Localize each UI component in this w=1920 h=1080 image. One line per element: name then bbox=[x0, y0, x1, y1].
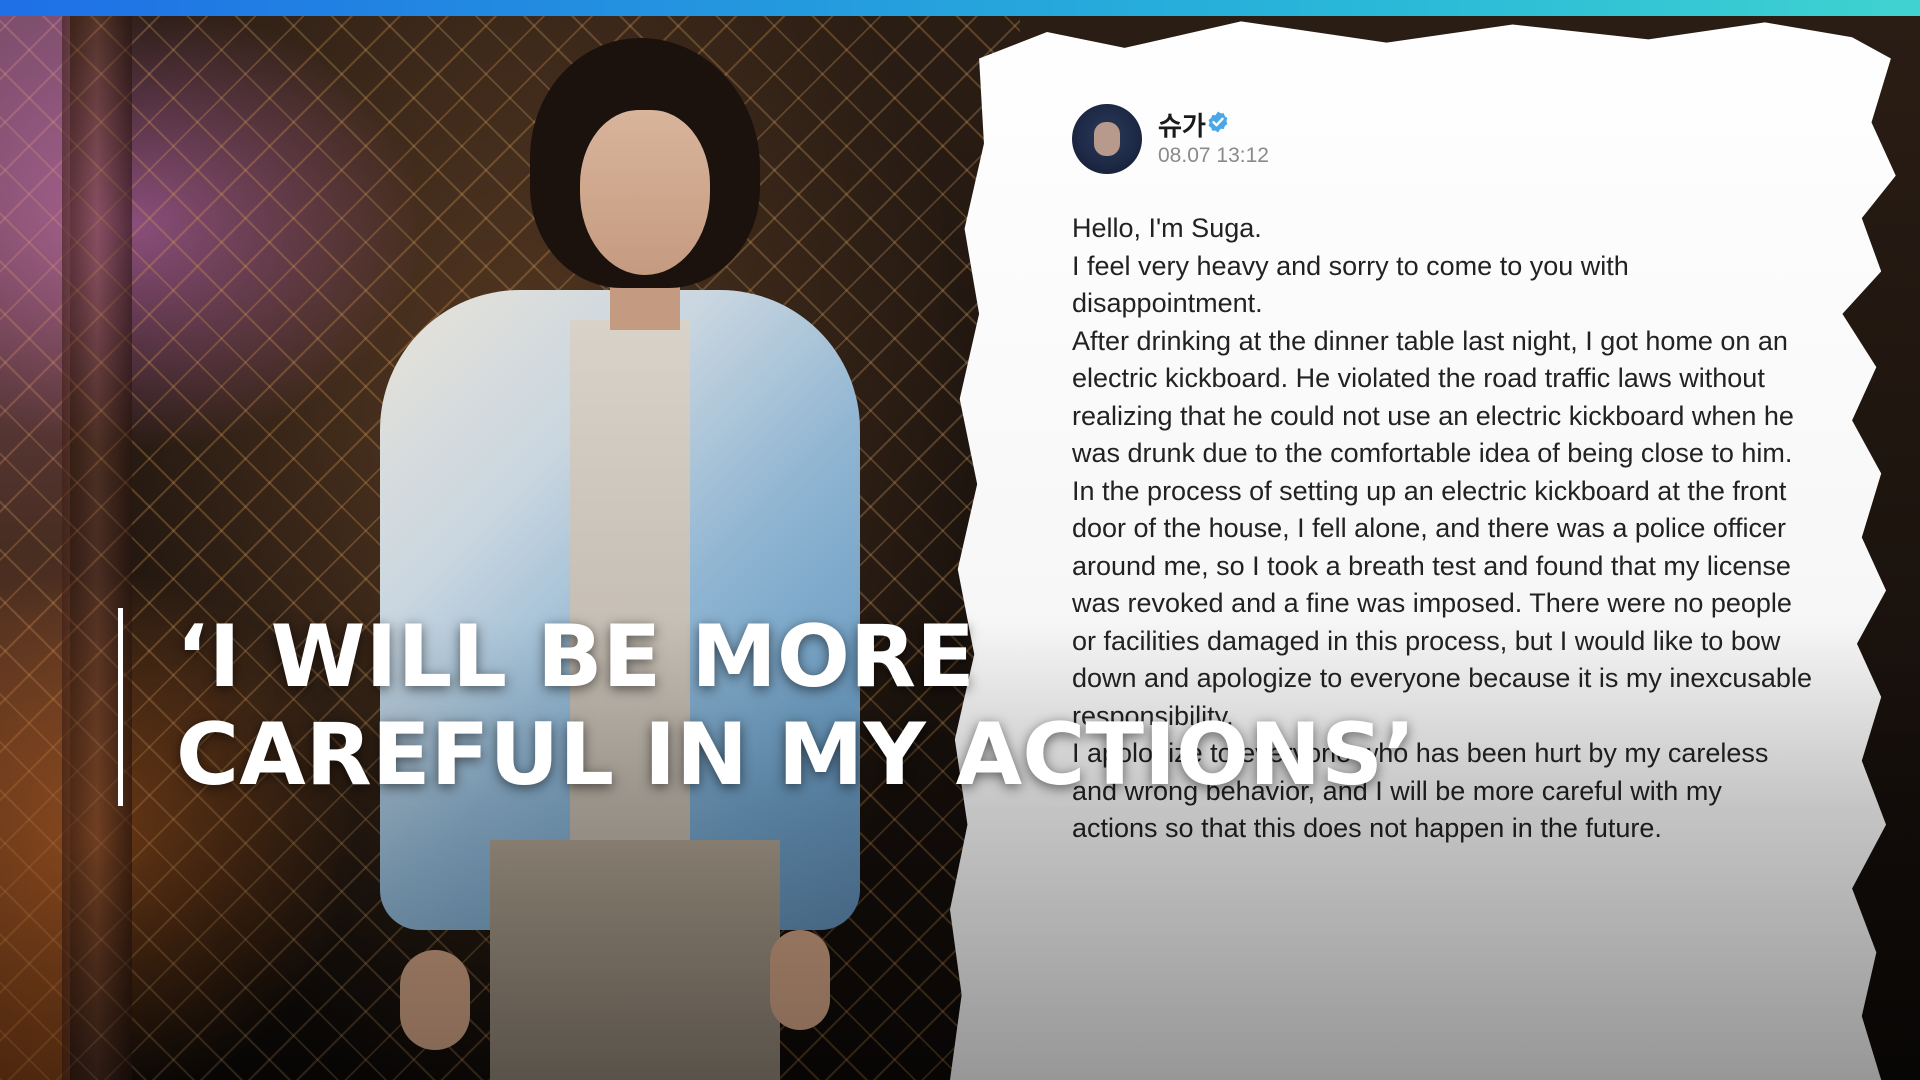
author-avatar bbox=[1072, 104, 1142, 174]
headline-line-1: ‘I WILL BE MORE bbox=[176, 607, 975, 707]
face bbox=[580, 110, 710, 275]
pants bbox=[490, 840, 780, 1080]
left-hand bbox=[400, 950, 470, 1050]
top-accent-bar bbox=[0, 0, 1920, 16]
post-paragraph: I feel very heavy and sorry to come to y… bbox=[1072, 250, 1629, 319]
avatar-face bbox=[1094, 122, 1120, 156]
post-date: 08.07 13:12 bbox=[1158, 144, 1269, 167]
verified-check-icon bbox=[1208, 111, 1228, 133]
person-photo bbox=[340, 20, 900, 1080]
headline: ‘I WILL BE MORE CAREFUL IN MY ACTIONS’ bbox=[118, 608, 1418, 808]
thumbnail-canvas: 슈가 08.07 13:12 Hello, I'm Suga. I feel v… bbox=[0, 0, 1920, 1080]
headline-accent-bar bbox=[118, 608, 123, 806]
post-header: 슈가 08.07 13:12 bbox=[1072, 104, 1312, 176]
right-hand bbox=[770, 930, 830, 1030]
fence-post bbox=[62, 16, 132, 1080]
headline-line-2: CAREFUL IN MY ACTIONS’ bbox=[176, 705, 1416, 805]
author-name: 슈가 bbox=[1158, 112, 1206, 142]
post-paragraph: Hello, I'm Suga. bbox=[1072, 213, 1262, 243]
light-flare bbox=[0, 16, 70, 1080]
headline-text: ‘I WILL BE MORE CAREFUL IN MY ACTIONS’ bbox=[176, 608, 1416, 804]
